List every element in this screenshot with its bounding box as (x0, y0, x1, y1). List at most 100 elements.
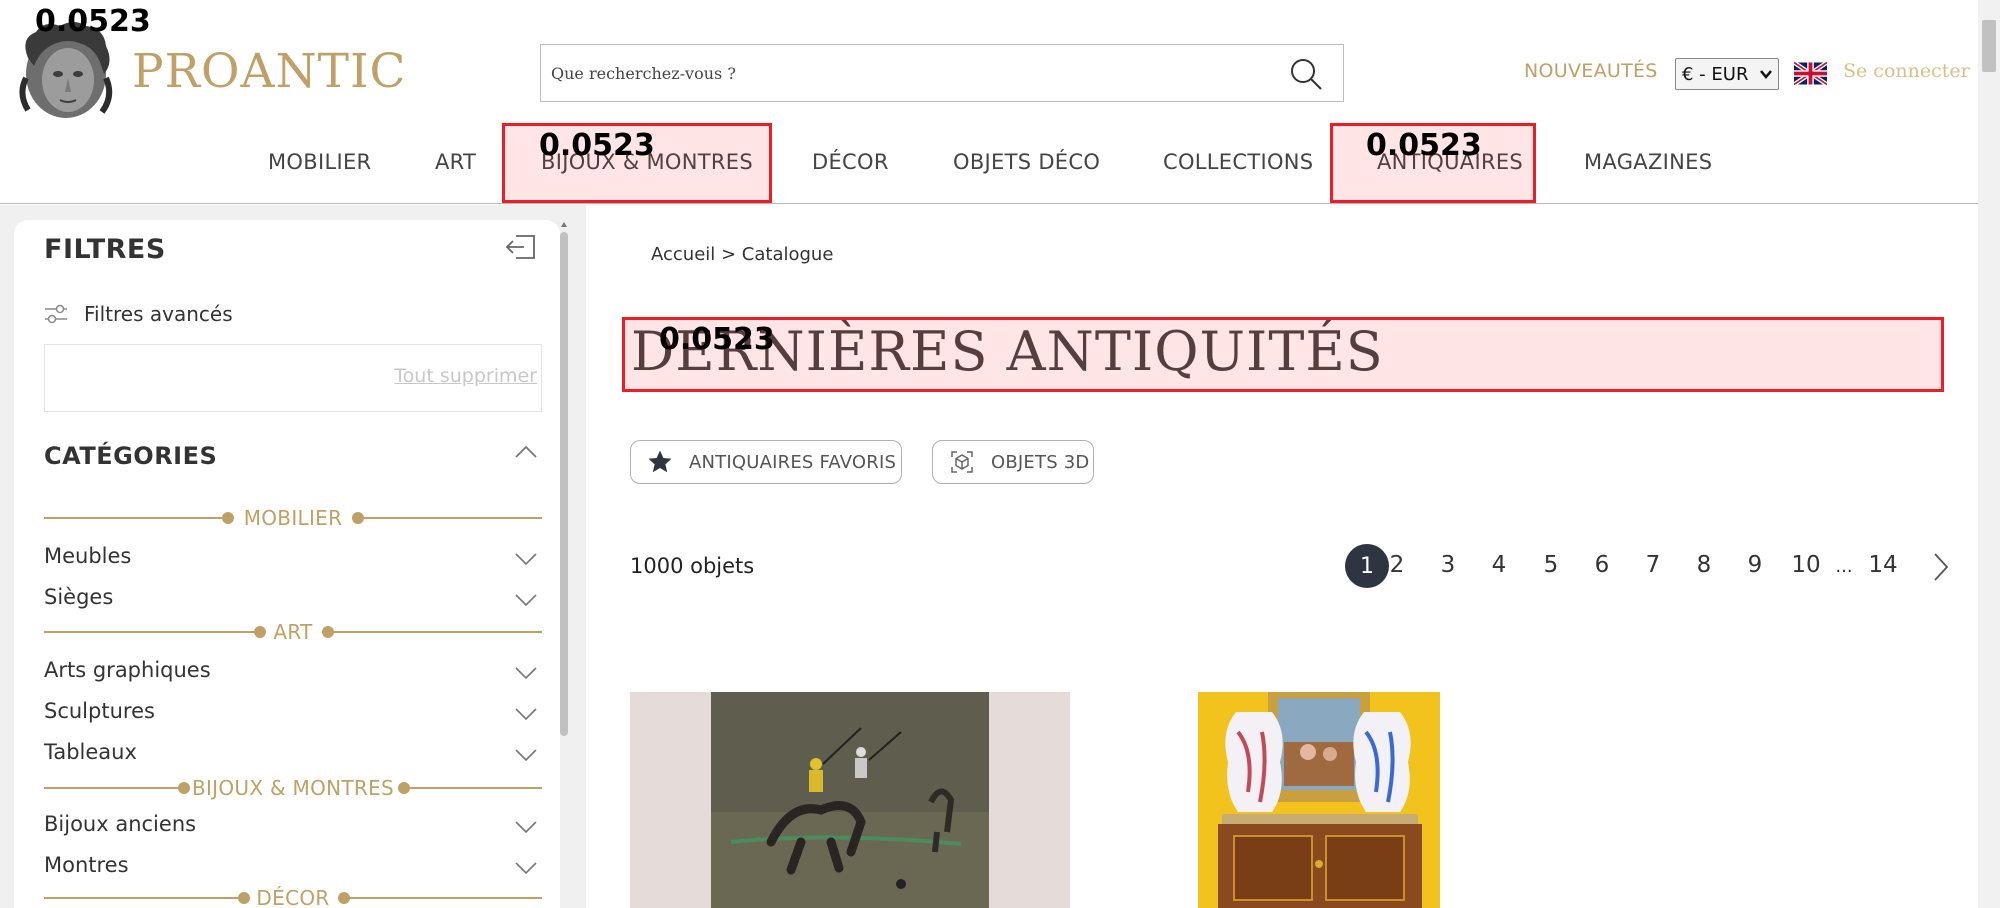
brand-logo-text[interactable]: PROANTIC (132, 44, 407, 99)
page-button[interactable]: 4 (1492, 552, 1507, 578)
category-item-label: Sièges (44, 585, 114, 609)
category-divider-art: ART (44, 620, 542, 644)
divider-dot (238, 892, 250, 904)
chevron-down-icon[interactable] (514, 748, 538, 762)
chip-label: OBJETS 3D (991, 451, 1090, 473)
product-image[interactable] (711, 692, 989, 908)
category-item-sculptures[interactable]: Sculptures (44, 699, 542, 729)
page-button[interactable]: 6 (1595, 552, 1610, 578)
divider-line (348, 897, 542, 899)
chevron-down-icon[interactable] (514, 666, 538, 680)
chevron-down-icon[interactable] (514, 820, 538, 834)
uk-flag-icon[interactable] (1794, 62, 1827, 85)
chevron-down-icon[interactable] (514, 861, 538, 875)
clear-all-filters-link[interactable]: Tout supprimer (394, 365, 537, 387)
commode-vases-illustration (1198, 692, 1440, 908)
category-item-tableaux[interactable]: Tableaux (44, 740, 542, 770)
cube-3d-icon (951, 451, 973, 473)
page-scroll-thumb[interactable] (1982, 20, 1996, 72)
search-icon[interactable] (1289, 57, 1323, 91)
divider-line (44, 787, 180, 789)
sidebar-scroll-thumb[interactable] (560, 232, 568, 736)
category-group-label[interactable]: BIJOUX & MONTRES (192, 776, 394, 800)
annotation-score-label: 0.0523 (659, 322, 775, 357)
divider-line (408, 787, 542, 789)
page-button[interactable]: 10 (1791, 552, 1820, 578)
pagination-ellipsis: ... (1835, 556, 1853, 577)
scroll-up-arrow-icon[interactable] (561, 222, 567, 227)
category-item-sieges[interactable]: Sièges (44, 585, 542, 615)
categories-title[interactable]: CATÉGORIES (44, 442, 217, 470)
page-button[interactable]: 2 (1390, 552, 1405, 578)
category-item-montres[interactable]: Montres (44, 853, 542, 883)
category-item-label: Sculptures (44, 699, 155, 723)
category-item-label: Meubles (44, 544, 132, 568)
divider-dot (222, 512, 234, 524)
annotation-box-page-title (622, 317, 1944, 392)
category-group-label[interactable]: DÉCOR (256, 886, 329, 908)
page-scrollbar[interactable] (1978, 0, 2000, 908)
category-item-label: Tableaux (44, 740, 137, 764)
breadcrumb[interactable]: Accueil > Catalogue (651, 244, 833, 265)
page-button[interactable]: 3 (1441, 552, 1456, 578)
chevron-down-icon[interactable] (514, 593, 538, 607)
nav-item-art[interactable]: ART (435, 150, 476, 174)
divider-line (44, 517, 224, 519)
category-divider-mobilier: MOBILIER (44, 506, 542, 530)
nouveautes-link[interactable]: NOUVEAUTÉS (1524, 60, 1658, 82)
chevron-up-icon[interactable] (514, 444, 538, 460)
advanced-filters-link[interactable]: Filtres avancés (84, 302, 233, 326)
nav-item-decor[interactable]: DÉCOR (812, 150, 889, 174)
results-count: 1000 objets (630, 554, 755, 578)
annotation-score-label: 0.0523 (539, 128, 655, 163)
currency-select[interactable]: € - EUR (1675, 58, 1779, 90)
signin-link[interactable]: Se connecter (1843, 60, 1970, 82)
pagination: 1 2 3 4 5 6 7 8 9 10 ... 14 (1320, 544, 1960, 588)
page-button[interactable]: 5 (1544, 552, 1559, 578)
nav-item-objets-deco[interactable]: OBJETS DÉCO (953, 150, 1100, 174)
collapse-sidebar-icon[interactable] (504, 232, 538, 262)
category-item-label: Bijoux anciens (44, 812, 197, 836)
currency-value: € - EUR (1682, 63, 1749, 85)
page-button[interactable]: 8 (1697, 552, 1712, 578)
category-item-label: Montres (44, 853, 129, 877)
category-group-label[interactable]: MOBILIER (244, 506, 343, 530)
chevron-down-icon[interactable] (514, 707, 538, 721)
category-item-label: Arts graphiques (44, 658, 211, 682)
search-input[interactable] (551, 45, 1271, 101)
chip-label: ANTIQUAIRES FAVORIS (689, 451, 897, 473)
category-group-label[interactable]: ART (273, 620, 312, 644)
category-divider-decor: DÉCOR (44, 886, 542, 908)
page-button[interactable]: 9 (1748, 552, 1763, 578)
filters-title: FILTRES (44, 234, 166, 265)
sidebar-scrollbar[interactable] (557, 222, 571, 908)
page-button-active[interactable]: 1 (1345, 544, 1389, 588)
objects-3d-chip[interactable]: OBJETS 3D (932, 440, 1094, 484)
divider-line (44, 897, 240, 899)
category-item-bijoux-anciens[interactable]: Bijoux anciens (44, 812, 542, 842)
product-card[interactable] (1098, 692, 1538, 908)
chevron-right-icon[interactable] (1932, 552, 1950, 582)
page-button-last[interactable]: 14 (1868, 552, 1897, 578)
divider-line (332, 631, 542, 633)
main-navigation: MOBILIER ART BIJOUX & MONTRES DÉCOR OBJE… (0, 150, 1978, 180)
product-image[interactable] (1198, 692, 1440, 908)
nav-item-mobilier[interactable]: MOBILIER (268, 150, 371, 174)
divider-dot (178, 782, 190, 794)
nav-item-magazines[interactable]: MAGAZINES (1584, 150, 1712, 174)
polo-painting-illustration (711, 692, 989, 908)
filters-sidebar: FILTRES Filtres avancés Tout supprimer C… (14, 220, 560, 908)
category-item-arts-graphiques[interactable]: Arts graphiques (44, 658, 542, 688)
site-header: PROANTIC NOUVEAUTÉS € - EUR Se connecter… (0, 0, 1978, 204)
product-card[interactable] (630, 692, 1070, 908)
nav-item-collections[interactable]: COLLECTIONS (1163, 150, 1313, 174)
divider-dot (254, 626, 266, 638)
annotation-score-label: 0.0523 (35, 4, 151, 39)
page-button[interactable]: 7 (1646, 552, 1661, 578)
sliders-icon[interactable] (44, 304, 68, 324)
chevron-down-icon[interactable] (514, 552, 538, 566)
favorite-dealers-chip[interactable]: ANTIQUAIRES FAVORIS (630, 440, 902, 484)
search-bar[interactable] (540, 44, 1344, 102)
category-item-meubles[interactable]: Meubles (44, 544, 542, 574)
divider-line (44, 631, 256, 633)
